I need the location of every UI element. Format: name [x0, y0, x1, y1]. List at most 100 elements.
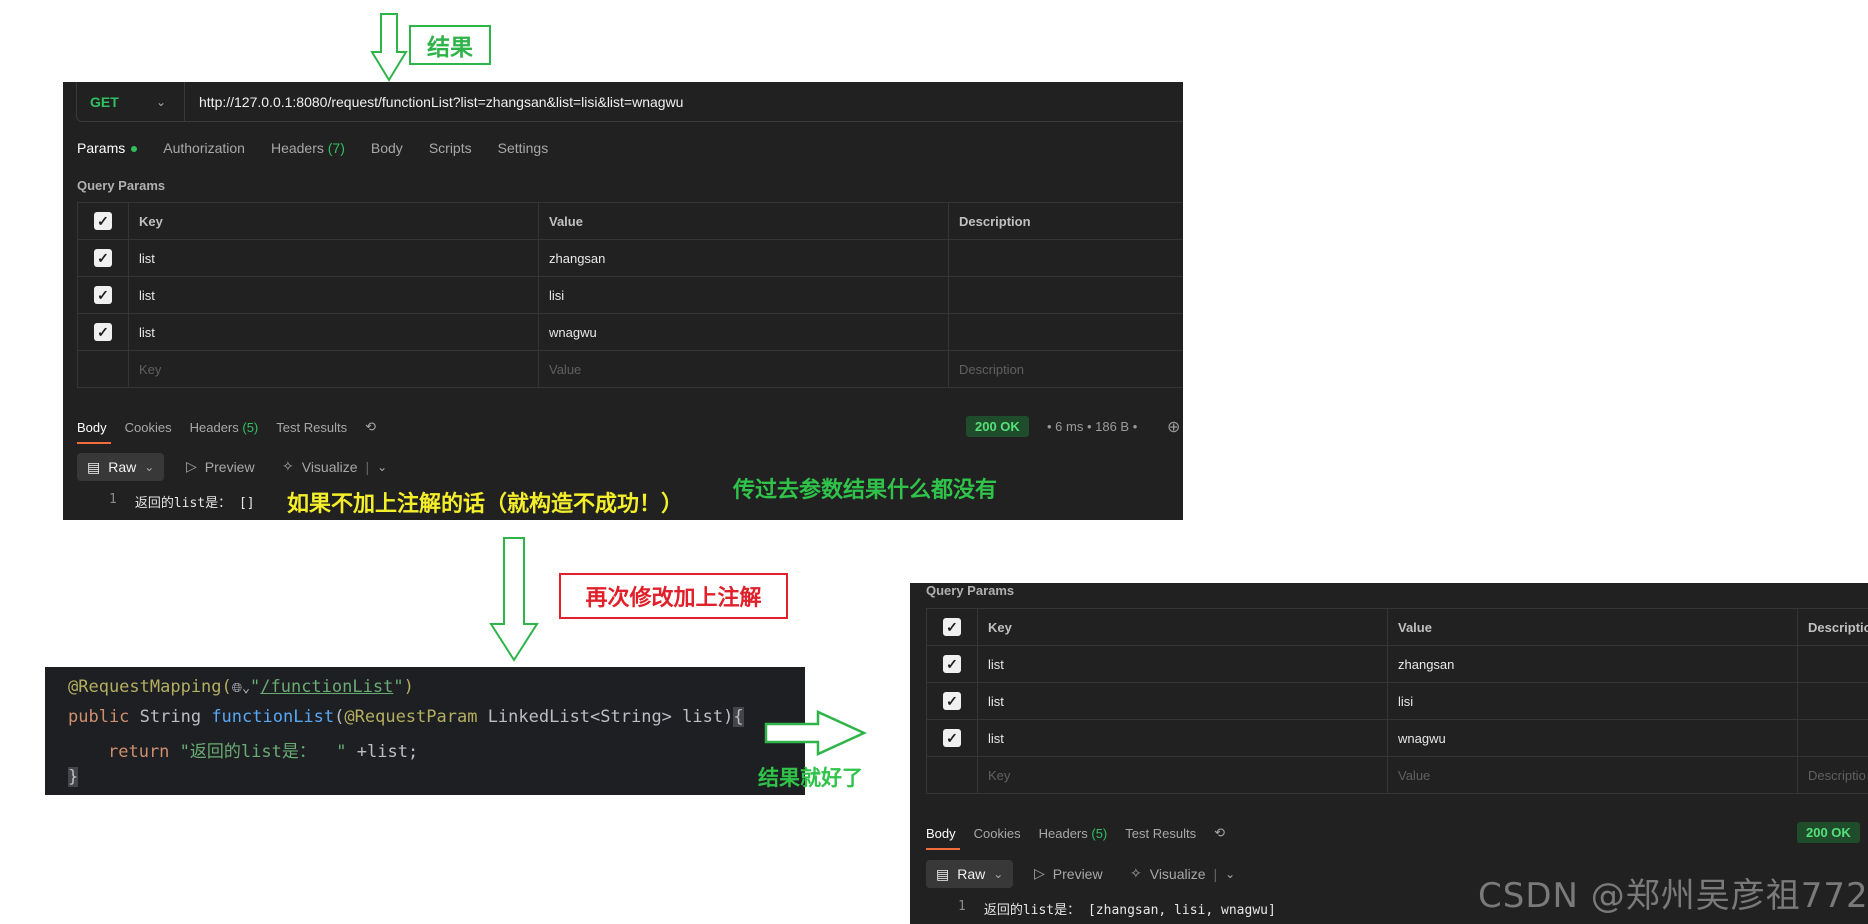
status-badge: 200 OK — [1797, 822, 1860, 843]
tab-authorization[interactable]: Authorization — [163, 140, 245, 156]
param-value-cell[interactable]: wnagwu — [538, 313, 949, 351]
tab-test-results[interactable]: Test Results — [1125, 826, 1196, 841]
visualize-icon: ✧ — [1130, 865, 1142, 881]
select-all-checkbox[interactable]: ✓ — [77, 202, 129, 240]
code-line-4: } — [68, 767, 79, 787]
history-icon[interactable]: ⟲ — [1214, 825, 1225, 841]
param-value-cell[interactable]: lisi — [1387, 682, 1798, 720]
chevron-down-icon: ⌄ — [377, 459, 388, 474]
tab-scripts[interactable]: Scripts — [429, 140, 472, 156]
raw-format-button[interactable]: ▤ Raw ⌄ — [77, 453, 165, 481]
raw-format-button[interactable]: ▤ Raw ⌄ — [926, 860, 1014, 888]
preview-button[interactable]: ▷ Preview — [186, 458, 255, 475]
response-time: • 6 ms • 186 B • — [1047, 419, 1138, 434]
tab-response-body[interactable]: Body — [926, 826, 956, 841]
tab-test-results[interactable]: Test Results — [276, 420, 347, 435]
request-tabs: Params Authorization Headers (7) Body Sc… — [77, 140, 548, 156]
response-body-line: 1 返回的list是： [] — [109, 492, 255, 511]
param-value-cell[interactable]: lisi — [538, 276, 949, 314]
tab-body[interactable]: Body — [371, 140, 403, 156]
column-key: Key — [128, 202, 539, 240]
row-checkbox[interactable]: ✓ — [926, 719, 978, 757]
column-value: Value — [1387, 608, 1798, 646]
row-checkbox[interactable]: ✓ — [926, 682, 978, 720]
param-value-cell[interactable]: wnagwu — [1387, 719, 1798, 757]
response-tabs: Body Cookies Headers (5) Test Results ⟲ — [77, 419, 376, 435]
row-checkbox[interactable]: ✓ — [77, 239, 129, 277]
raw-icon: ▤ — [87, 458, 101, 475]
chevron-down-icon: ⌄ — [993, 867, 1004, 881]
annotation-result-good: 结果就好了 — [758, 766, 863, 790]
tab-response-cookies[interactable]: Cookies — [125, 420, 172, 435]
check-icon: ✓ — [943, 655, 961, 673]
select-all-checkbox[interactable]: ✓ — [926, 608, 978, 646]
play-icon: ▷ — [186, 458, 197, 474]
check-icon: ✓ — [943, 729, 961, 747]
new-value-input[interactable]: Value — [1387, 756, 1798, 794]
param-description-cell[interactable] — [948, 239, 1183, 277]
tab-response-headers[interactable]: Headers (5) — [1039, 826, 1108, 841]
tab-settings[interactable]: Settings — [498, 140, 549, 156]
query-params-table: ✓ Key Value Descriptio ✓ list zhangsan ✓… — [926, 608, 1868, 794]
response-tabs: Body Cookies Headers (5) Test Results ⟲ — [926, 825, 1225, 841]
param-description-cell[interactable] — [1797, 719, 1868, 757]
param-key-cell[interactable]: list — [977, 719, 1388, 757]
new-value-input[interactable]: Value — [538, 350, 949, 388]
param-description-cell[interactable] — [948, 276, 1183, 314]
new-key-input[interactable]: Key — [977, 756, 1388, 794]
tab-response-headers[interactable]: Headers (5) — [190, 420, 259, 435]
column-description: Descriptio — [1797, 608, 1868, 646]
modify-annotation-box: 再次修改加上注解 — [559, 573, 788, 619]
param-value-cell[interactable]: zhangsan — [538, 239, 949, 277]
code-editor: @RequestMapping(🌐︎⌄"/functionList") publ… — [45, 667, 805, 795]
preview-button[interactable]: ▷ Preview — [1034, 865, 1103, 882]
url-bar: GET ⌄ http://127.0.0.1:8080/request/func… — [76, 82, 1183, 122]
param-key-cell[interactable]: list — [977, 682, 1388, 720]
tab-params[interactable]: Params — [77, 140, 138, 156]
response-body-line: 1 返回的list是： [zhangsan, lisi, wnagwu] — [958, 899, 1276, 918]
check-icon: ✓ — [94, 249, 112, 267]
column-key: Key — [977, 608, 1388, 646]
check-icon: ✓ — [943, 692, 961, 710]
param-key-cell[interactable]: list — [977, 645, 1388, 683]
row-checkbox[interactable]: ✓ — [77, 276, 129, 314]
globe-icon[interactable]: ⊕ — [1167, 417, 1180, 437]
param-description-cell[interactable] — [1797, 645, 1868, 683]
table-row: ✓ list wnagwu — [926, 719, 1868, 757]
query-params-label: Query Params — [77, 178, 166, 193]
method-label: GET — [90, 93, 119, 110]
url-input[interactable]: http://127.0.0.1:8080/request/functionLi… — [185, 94, 683, 110]
active-tab-underline — [926, 848, 960, 850]
param-description-cell[interactable] — [948, 313, 1183, 351]
table-header-row: ✓ Key Value Descriptio — [926, 608, 1868, 646]
status-badge: 200 OK — [966, 416, 1029, 437]
tab-response-cookies[interactable]: Cookies — [974, 826, 1021, 841]
visualize-button[interactable]: ✧ Visualize | ⌄ — [282, 458, 387, 475]
right-arrow-icon — [764, 710, 868, 756]
history-icon[interactable]: ⟲ — [365, 419, 376, 435]
check-icon: ✓ — [94, 323, 112, 341]
param-key-cell[interactable]: list — [128, 276, 539, 314]
row-checkbox[interactable]: ✓ — [926, 645, 978, 683]
tab-headers[interactable]: Headers (7) — [271, 140, 345, 156]
param-description-cell[interactable] — [1797, 682, 1868, 720]
check-icon: ✓ — [94, 286, 112, 304]
column-description: Description — [948, 202, 1183, 240]
query-params-label: Query Params — [926, 583, 1015, 598]
check-icon: ✓ — [94, 212, 112, 230]
row-checkbox[interactable]: ✓ — [77, 313, 129, 351]
new-description-input[interactable]: Description — [948, 350, 1183, 388]
param-value-cell[interactable]: zhangsan — [1387, 645, 1798, 683]
new-key-input[interactable]: Key — [128, 350, 539, 388]
check-icon: ✓ — [943, 618, 961, 636]
visualize-button[interactable]: ✧ Visualize | ⌄ — [1130, 865, 1235, 882]
visualize-icon: ✧ — [282, 458, 294, 474]
annotation-green-note: 传过去参数结果什么都没有 — [733, 478, 998, 503]
new-description-input[interactable]: Descriptio — [1797, 756, 1868, 794]
param-key-cell[interactable]: list — [128, 313, 539, 351]
method-select[interactable]: GET ⌄ — [77, 82, 185, 121]
tab-response-body[interactable]: Body — [77, 420, 107, 435]
down-arrow-icon — [489, 537, 539, 662]
param-key-cell[interactable]: list — [128, 239, 539, 277]
code-line-2: public String functionList(@RequestParam… — [68, 707, 744, 727]
